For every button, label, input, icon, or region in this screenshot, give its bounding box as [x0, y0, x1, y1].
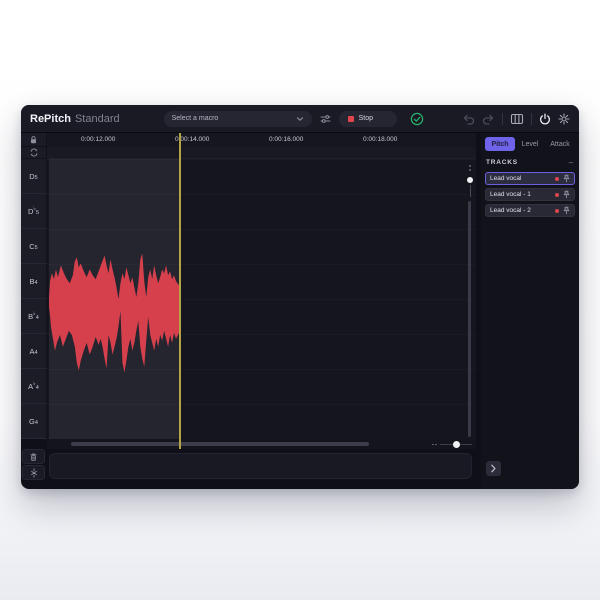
track-name: Lead vocal — [490, 175, 555, 182]
track-name: Lead vocal - 1 — [490, 191, 555, 198]
pitch-editor: 0:00:12.000 0:00:14.000 0:00:16.000 0:00… — [47, 133, 476, 489]
note-label-cell: B♭4 — [21, 299, 47, 334]
track-list: Lead vocal Lead vocal - 1 Lead vocal - 2 — [485, 172, 575, 217]
tab-level[interactable]: Level — [515, 137, 545, 151]
note-label-cell: A4 — [21, 334, 47, 369]
track-item[interactable]: Lead vocal — [485, 172, 575, 185]
vertical-scrollbar[interactable] — [468, 201, 471, 437]
layout-columns-icon[interactable] — [510, 113, 524, 125]
note-label-cell: C5 — [21, 229, 47, 264]
pin-icon[interactable] — [563, 190, 570, 199]
undo-icon[interactable] — [462, 113, 475, 125]
horizontal-scrollbar[interactable] — [71, 442, 369, 446]
timeline-label: 0:00:12.000 — [81, 136, 115, 143]
record-dot-icon — [555, 177, 559, 181]
expand-panel-button[interactable] — [486, 461, 501, 476]
note-label-cell: A♭4 — [21, 369, 47, 404]
horizontal-zoom-control[interactable] — [432, 441, 472, 448]
lock-icon — [29, 135, 38, 145]
footer-lane — [49, 453, 472, 479]
note-label-cell: G4 — [21, 404, 47, 439]
tab-pitch[interactable]: Pitch — [485, 137, 515, 151]
app-edition: Standard — [75, 113, 120, 125]
main-content: D5 D♭5 C5 B4 B♭4 A4 A♭4 G4 — [21, 133, 579, 489]
note-label-cell: D♭5 — [21, 194, 47, 229]
trash-icon — [29, 452, 38, 462]
toolbar-right-icons — [462, 113, 570, 125]
record-dot-icon — [555, 193, 559, 197]
playhead[interactable] — [179, 133, 181, 449]
waveform — [49, 247, 179, 379]
split-icon — [29, 468, 39, 478]
macro-select[interactable]: Select a macro — [164, 111, 312, 127]
gear-icon[interactable] — [558, 113, 570, 125]
track-item[interactable]: Lead vocal - 2 — [485, 204, 575, 217]
toolbar-divider — [502, 113, 503, 125]
delete-tool-button[interactable] — [22, 449, 45, 464]
collapse-tracks-button[interactable]: – — [569, 158, 574, 167]
pin-icon[interactable] — [563, 174, 570, 183]
chevron-down-icon — [296, 116, 304, 122]
tab-attack[interactable]: Attack — [545, 137, 575, 151]
vertical-zoom-knob[interactable] — [467, 177, 473, 183]
lock-button[interactable] — [21, 133, 47, 147]
mode-tabs: Pitch Level Attack — [485, 137, 575, 151]
pin-icon[interactable] — [563, 206, 570, 215]
track-item[interactable]: Lead vocal - 1 — [485, 188, 575, 201]
horizontal-scroll-row — [47, 439, 476, 449]
record-dot-icon — [555, 209, 559, 213]
tracks-header-label: TRACKS — [486, 159, 518, 166]
loop-icon — [29, 148, 39, 157]
app-window: RePitch Standard Select a macro Stop — [21, 105, 579, 489]
timeline-ruler[interactable]: 0:00:12.000 0:00:14.000 0:00:16.000 0:00… — [47, 133, 476, 147]
track-name: Lead vocal - 2 — [490, 207, 555, 214]
timeline-label: 0:00:16.000 — [269, 136, 303, 143]
zoom-slider-track — [440, 444, 472, 445]
vertical-zoom-icon — [469, 165, 471, 171]
transport-stop-button[interactable]: Stop — [339, 111, 397, 127]
note-label-cell: D5 — [21, 159, 47, 194]
loop-button[interactable] — [21, 147, 47, 159]
app-title: RePitch Standard — [30, 113, 120, 125]
vertical-zoom-track — [470, 185, 471, 197]
note-label-column: D5 D♭5 C5 B4 B♭4 A4 A♭4 G4 — [21, 159, 47, 439]
left-tool-column: D5 D♭5 C5 B4 B♭4 A4 A♭4 G4 — [21, 133, 47, 489]
left-column-gap — [21, 439, 47, 449]
right-panel: Pitch Level Attack TRACKS – Lead vocal L… — [481, 133, 579, 489]
top-toolbar: RePitch Standard Select a macro Stop — [21, 105, 579, 133]
zoom-slider-knob[interactable] — [453, 441, 460, 448]
tracks-header: TRACKS – — [486, 158, 574, 167]
timeline-label: 0:00:18.000 — [363, 136, 397, 143]
status-check-icon — [410, 112, 424, 126]
split-tool-button[interactable] — [22, 465, 45, 480]
toolbar-divider — [531, 113, 532, 125]
zoom-dots-icon — [432, 444, 437, 446]
power-icon[interactable] — [539, 113, 551, 125]
pitch-grid[interactable] — [47, 159, 476, 439]
timeline-sublane — [47, 147, 476, 159]
chevron-right-icon — [490, 464, 497, 473]
routing-icon[interactable] — [320, 114, 331, 124]
transport-label: Stop — [359, 115, 373, 122]
stop-icon — [348, 116, 354, 122]
redo-icon[interactable] — [482, 113, 495, 125]
note-label-cell: B4 — [21, 264, 47, 299]
page-background: RePitch Standard Select a macro Stop — [0, 0, 600, 600]
app-name: RePitch — [30, 113, 71, 125]
macro-select-label: Select a macro — [172, 115, 219, 122]
